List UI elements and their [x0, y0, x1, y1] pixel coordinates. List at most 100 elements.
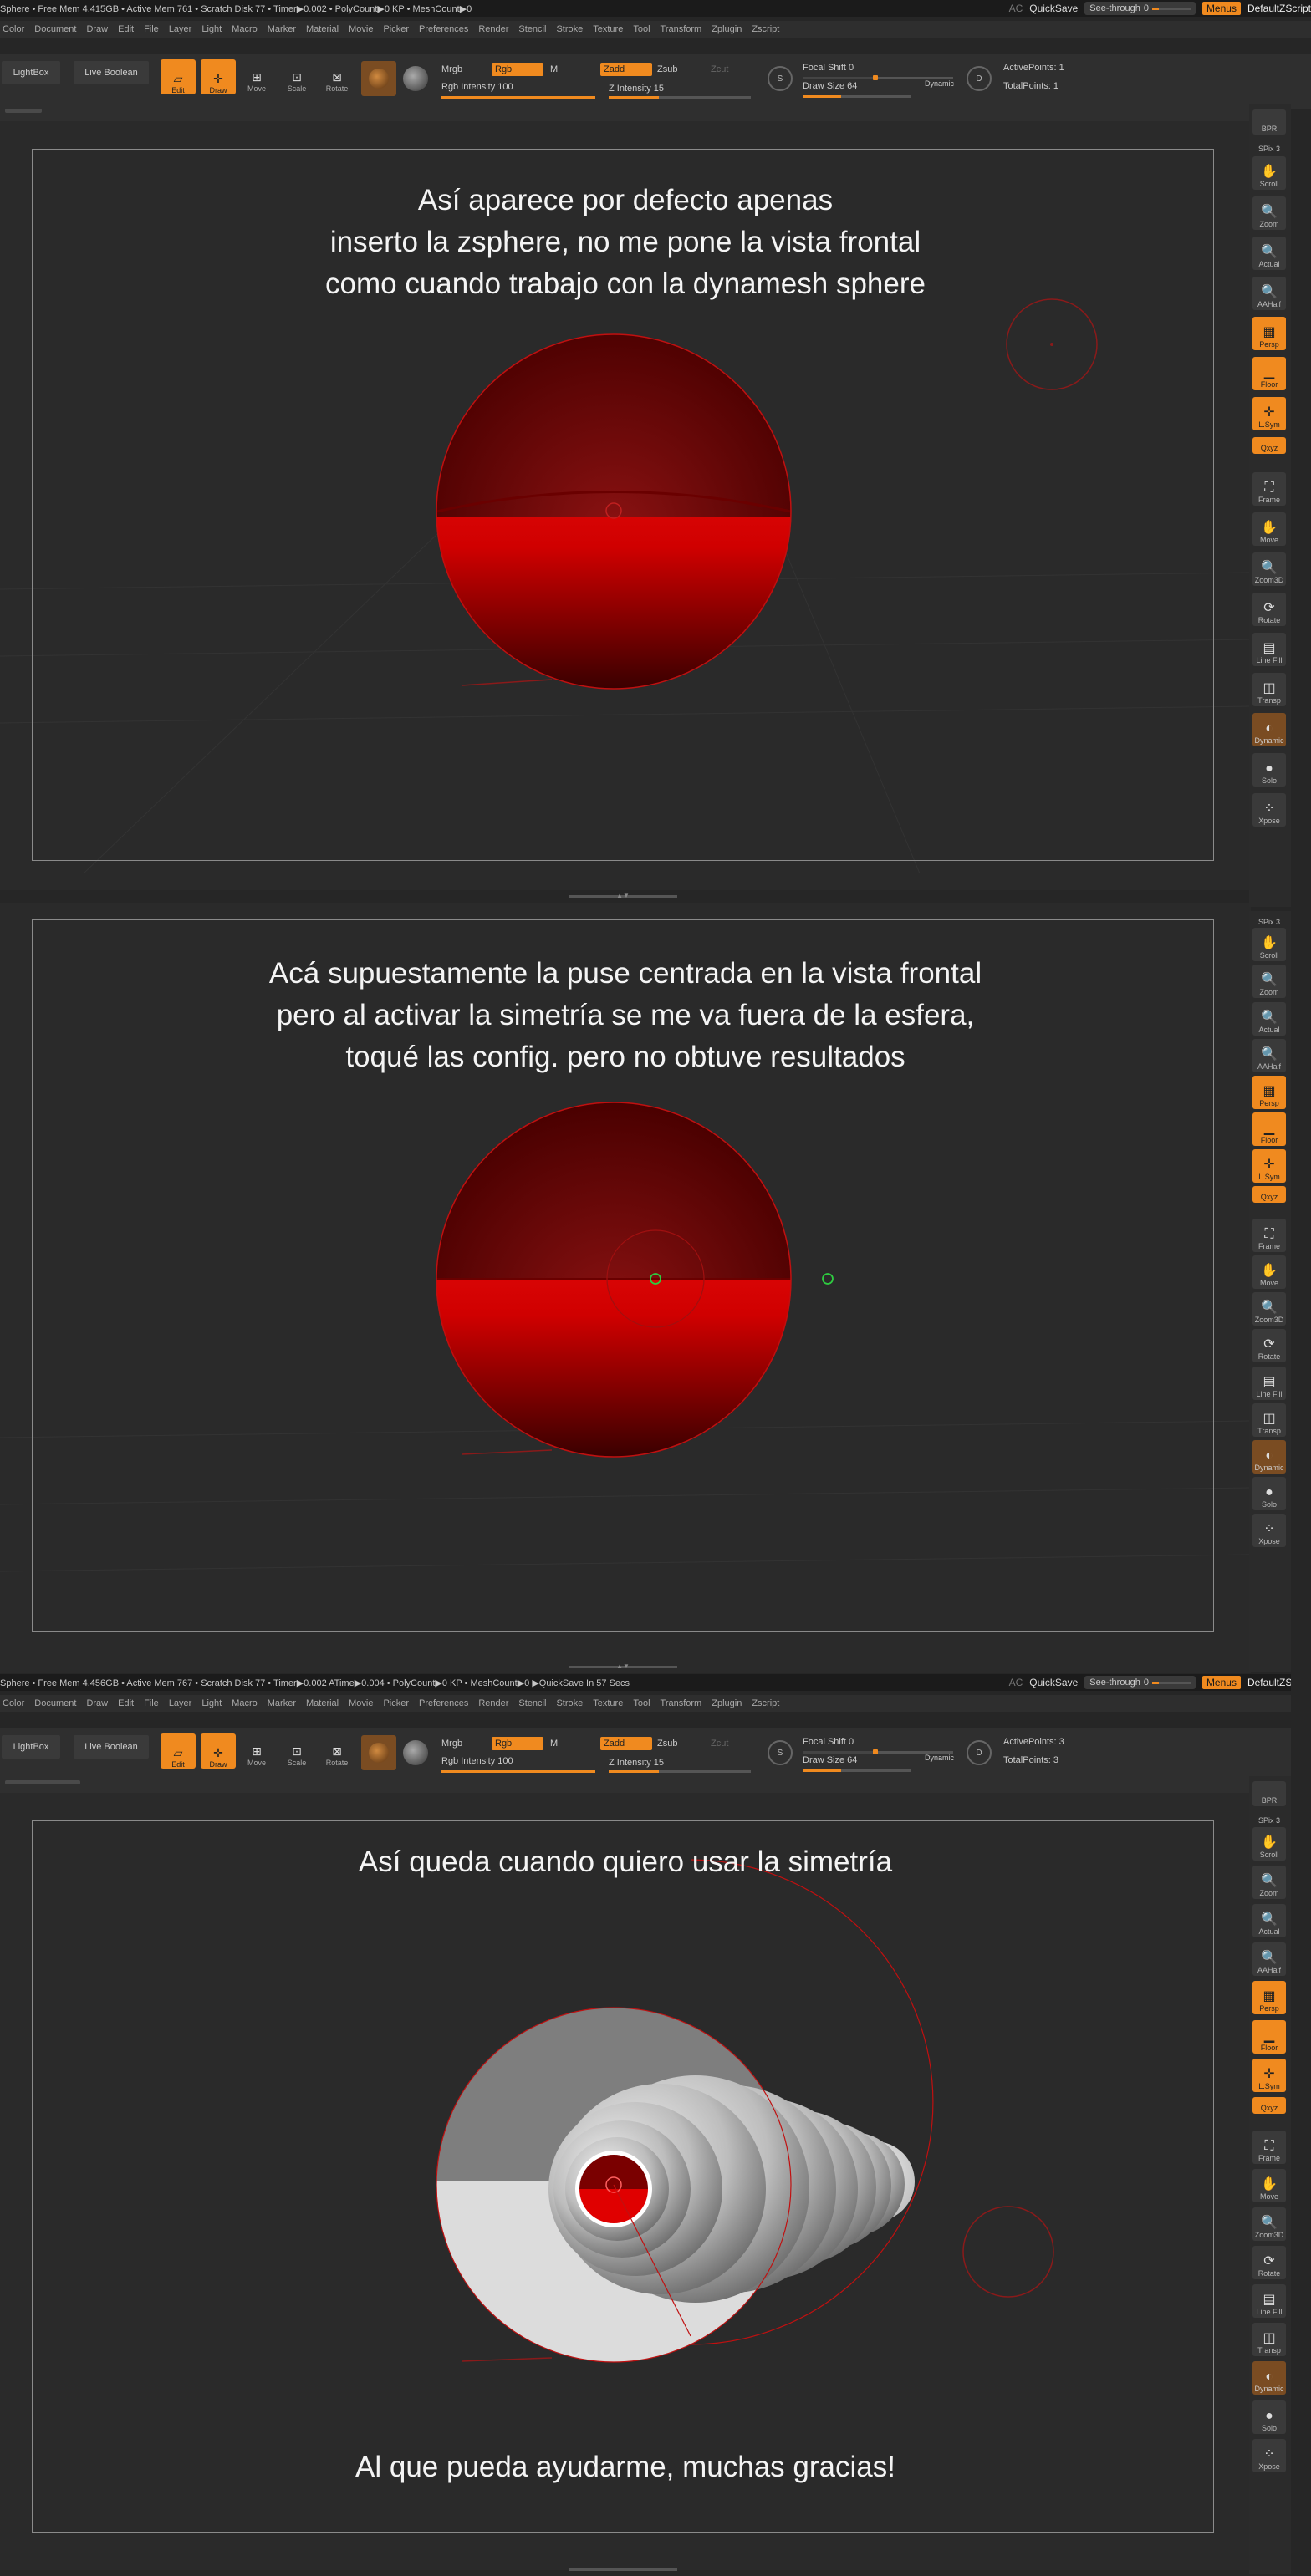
menu-item-tool-2[interactable]: Tool [630, 1698, 657, 1708]
menu-item-stroke[interactable]: Stroke [553, 24, 590, 34]
material-swatch[interactable] [361, 61, 396, 96]
z-intensity-slider[interactable] [609, 96, 751, 99]
scale-button[interactable]: ⊡ Scale [283, 63, 311, 93]
menu-item-texture[interactable]: Texture [590, 24, 630, 34]
shelf-actual-button-1[interactable]: 🔍 Actual [1252, 237, 1286, 270]
bpr-button-3[interactable]: BPR [1252, 1781, 1286, 1806]
shelf-floor-button-1[interactable]: ▁ Floor [1252, 357, 1286, 390]
shelf-scroll-button-2[interactable]: ✋ Scroll [1252, 928, 1286, 961]
zadd-button-2[interactable]: Zadd [600, 1737, 652, 1750]
shelf-xpose-button-2[interactable]: ⁘ Xpose [1252, 1514, 1286, 1547]
shelf-solo-button-2[interactable]: ● Solo [1252, 1477, 1286, 1510]
ac-button-2[interactable]: AC [1009, 1677, 1023, 1688]
draw-button-2[interactable]: ✛ Draw [201, 1733, 236, 1769]
draw-size-slider[interactable] [803, 95, 911, 98]
menu-item-picker-2[interactable]: Picker [380, 1698, 416, 1708]
menu-item-color-2[interactable]: Color [0, 1698, 32, 1708]
shelf-solo-button-1[interactable]: ● Solo [1252, 753, 1286, 787]
menu-item-macro-2[interactable]: Macro [229, 1698, 265, 1708]
bpr-button-1[interactable]: BPR [1252, 109, 1286, 135]
menu-item-draw-2[interactable]: Draw [84, 1698, 115, 1708]
viewport-2[interactable]: Acá supuestamente la puse centrada en la… [0, 903, 1251, 1673]
menu-item-preferences[interactable]: Preferences [416, 24, 476, 34]
m-button[interactable]: M [550, 64, 558, 74]
shelf-lsym-button-2[interactable]: ✛ L.Sym [1252, 1149, 1286, 1183]
shelf-xpose-button-3[interactable]: ⁘ Xpose [1252, 2439, 1286, 2472]
shelf-persp-button-2[interactable]: ▦ Persp [1252, 1076, 1286, 1109]
menu-item-marker[interactable]: Marker [265, 24, 304, 34]
shelf-zoom-button-1[interactable]: 🔍 Zoom [1252, 196, 1286, 230]
menu-item-draw[interactable]: Draw [84, 24, 115, 34]
shelf-frame-button-1[interactable]: ⛶ Frame [1252, 472, 1286, 506]
shelf-actual-button-3[interactable]: 🔍 Actual [1252, 1904, 1286, 1937]
shelf-spix-button-3[interactable]: SPix 3 [1252, 1810, 1286, 1826]
see-through-slider[interactable]: See-through 0 [1084, 2, 1196, 15]
menu-item-document-2[interactable]: Document [32, 1698, 84, 1708]
material-swatch-2[interactable] [361, 1735, 396, 1770]
edit-button[interactable]: ▱ Edit [161, 59, 196, 94]
menus-button[interactable]: Menus [1201, 2, 1241, 15]
menu-item-layer[interactable]: Layer [166, 24, 200, 34]
menu-item-picker[interactable]: Picker [380, 24, 416, 34]
shelf-persp-button-3[interactable]: ▦ Persp [1252, 1981, 1286, 2014]
menu-item-transform-2[interactable]: Transform [658, 1698, 710, 1708]
shelf-xpose-button-1[interactable]: ⁘ Xpose [1252, 793, 1286, 827]
scale-button-2[interactable]: ⊡ Scale [283, 1737, 311, 1767]
shelf-rotate-button-1[interactable]: ⟳ Rotate [1252, 593, 1286, 626]
menu-item-layer-2[interactable]: Layer [166, 1698, 200, 1708]
shelf-dynamic-button-1[interactable]: ◐ Dynamic [1252, 713, 1286, 746]
splitter-2[interactable]: ▲▼ [569, 1663, 677, 1670]
shelf-linefill-button-3[interactable]: ▤ Line Fill [1252, 2284, 1286, 2318]
shelf-solo-button-3[interactable]: ● Solo [1252, 2400, 1286, 2434]
zsub-button-2[interactable]: Zsub [657, 1739, 677, 1749]
menu-item-transform[interactable]: Transform [658, 24, 710, 34]
bottom-scrollbar[interactable] [5, 1780, 80, 1784]
menus-button-2[interactable]: Menus [1201, 1676, 1241, 1689]
dynamic-button[interactable]: Dynamic [925, 79, 954, 88]
move-button-2[interactable]: ⊞ Move [242, 1737, 271, 1767]
quicksave-button[interactable]: QuickSave [1029, 3, 1078, 14]
menu-item-light-2[interactable]: Light [199, 1698, 229, 1708]
shelf-move-button-2[interactable]: ✋ Move [1252, 1255, 1286, 1289]
ac-button[interactable]: AC [1009, 3, 1023, 14]
color-picker-icon[interactable] [403, 66, 428, 91]
brush-d-icon-2[interactable]: D [967, 1740, 992, 1765]
lightbox-button-2[interactable]: LightBox [2, 1735, 60, 1759]
focal-shift-knob[interactable] [873, 75, 878, 80]
shelf-frame-button-2[interactable]: ⛶ Frame [1252, 1219, 1286, 1252]
shelf-linefill-button-2[interactable]: ▤ Line Fill [1252, 1367, 1286, 1400]
zadd-button[interactable]: Zadd [600, 63, 652, 76]
shelf-zoom3d-button-1[interactable]: 🔍 Zoom3D [1252, 552, 1286, 586]
shelf-floor-button-3[interactable]: ▁ Floor [1252, 2020, 1286, 2054]
brush-d-icon[interactable]: D [967, 66, 992, 91]
shelf-transp-button-1[interactable]: ◫ Transp [1252, 673, 1286, 706]
m-button-2[interactable]: M [550, 1739, 558, 1749]
menu-item-color[interactable]: Color [0, 24, 32, 34]
shelf-transp-button-3[interactable]: ◫ Transp [1252, 2323, 1286, 2356]
rgb-intensity-slider[interactable] [441, 96, 595, 99]
rotate-button[interactable]: ⊠ Rotate [323, 63, 351, 93]
menu-item-zplugin[interactable]: Zplugin [709, 24, 749, 34]
shelf-zoom3d-button-3[interactable]: 🔍 Zoom3D [1252, 2207, 1286, 2241]
dynamic-button-2[interactable]: Dynamic [925, 1754, 954, 1762]
zcut-button[interactable]: Zcut [711, 64, 728, 74]
menu-item-texture-2[interactable]: Texture [590, 1698, 630, 1708]
live-boolean-button-2[interactable]: Live Boolean [74, 1735, 149, 1759]
menu-item-edit-2[interactable]: Edit [115, 1698, 141, 1708]
color-picker-icon-2[interactable] [403, 1740, 428, 1765]
menu-item-movie-2[interactable]: Movie [346, 1698, 380, 1708]
splitter-1[interactable]: ▲▼ [569, 893, 677, 899]
shelf-spix-button-1[interactable]: SPix 3 [1252, 138, 1286, 155]
menu-item-marker-2[interactable]: Marker [265, 1698, 304, 1708]
rgb-intensity-slider-2[interactable] [441, 1770, 595, 1773]
top-scrollbar[interactable] [5, 109, 42, 113]
shelf-transp-button-2[interactable]: ◫ Transp [1252, 1403, 1286, 1437]
shelf-scroll-button-1[interactable]: ✋ Scroll [1252, 156, 1286, 190]
shelf-zoom3d-button-2[interactable]: 🔍 Zoom3D [1252, 1292, 1286, 1326]
zcut-button-2[interactable]: Zcut [711, 1739, 728, 1749]
zsub-button[interactable]: Zsub [657, 64, 677, 74]
brush-s-icon[interactable]: S [768, 66, 793, 91]
shelf-lsym-button-3[interactable]: ✛ L.Sym [1252, 2059, 1286, 2092]
menu-item-render-2[interactable]: Render [476, 1698, 516, 1708]
menu-item-material[interactable]: Material [304, 24, 346, 34]
